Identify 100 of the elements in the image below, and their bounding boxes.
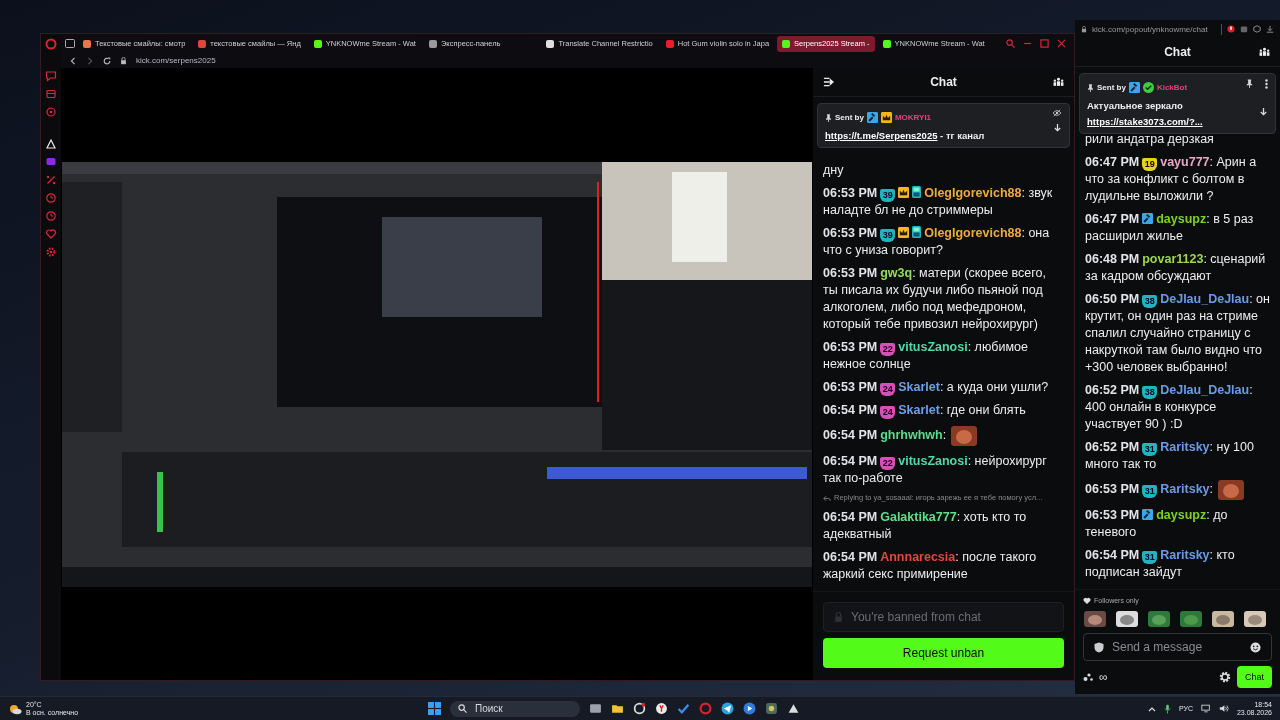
username[interactable]: vitusZanosi [898,340,968,354]
shield-icon [1094,641,1104,653]
heart-icon[interactable] [45,228,57,240]
chat-message: 06:53 PM daysupz: до теневого [1085,507,1229,541]
chat-button[interactable]: Chat [1237,666,1272,688]
ring-icon[interactable] [633,702,646,715]
users-icon[interactable] [1259,47,1270,57]
triangle-icon[interactable] [45,138,57,150]
sub-badge: 22 [880,343,896,356]
username[interactable]: KickBot [1156,79,1188,96]
username[interactable]: vayu777 [1160,155,1210,169]
users-icon[interactable] [1053,77,1064,87]
reply-arrow-icon [823,494,831,502]
disc-icon[interactable] [45,106,57,118]
hammer-icon [866,112,878,123]
chat-bubble-icon[interactable] [45,70,57,82]
username[interactable]: Raritsky [1160,482,1210,497]
chat-title: Chat [929,73,958,91]
clock-icon[interactable] [45,210,57,222]
tab-grid-icon[interactable] [65,39,75,48]
download-icon[interactable] [1266,25,1274,33]
emote-icon[interactable] [1115,610,1139,628]
image-icon[interactable] [765,702,778,715]
triangle-icon[interactable] [787,702,800,715]
settings-icon[interactable] [1219,671,1231,683]
badge-icon [912,226,922,238]
cube-icon[interactable] [1253,25,1261,33]
collapse-icon[interactable] [823,77,834,87]
sub-badge: 38 [1142,386,1158,399]
reload-icon[interactable] [103,56,111,65]
ring-logo-icon[interactable] [699,702,712,715]
circle-icon[interactable] [655,702,668,715]
search-field[interactable]: Поиск [450,700,580,717]
username[interactable]: Raritsky [1160,548,1210,562]
request-unban-button[interactable]: Request unban [823,638,1064,668]
chat-message: 06:47 PM daysupz: в 5 раз расширил жилье [1085,211,1255,245]
dots-icon[interactable] [1083,672,1093,682]
caret-icon[interactable] [1147,705,1156,712]
message-text: рили андатра дерзкая [1085,136,1214,146]
username[interactable]: Galaktika777 [880,510,957,524]
paper-plane-icon[interactable] [721,702,734,715]
emote-icon[interactable] [1243,610,1267,628]
chat-message: 06:54 PM Galaktika777: хоть кто то адекватный [823,509,1028,543]
record-icon[interactable] [1227,25,1235,33]
chat-bubble-icon[interactable] [45,156,57,168]
chat-message: 06:52 PM 31 Raritsky: ну 100 много так то [1085,439,1255,473]
username[interactable]: MOKRYI1 [894,109,932,126]
pin-icon [1087,83,1094,92]
message-field[interactable]: Send a message [1083,633,1272,661]
username[interactable]: Skarlet [898,403,940,417]
box-icon[interactable] [1240,25,1248,33]
close-icon[interactable] [1057,39,1066,48]
gear-icon[interactable] [45,246,57,258]
address-field[interactable]: kick.com/serpens2025 [136,56,216,65]
more-icon[interactable] [1265,79,1268,89]
badge-icon [912,186,922,198]
crown-icon [880,112,892,123]
sub-badge: 24 [880,406,896,419]
sun-cloud-icon[interactable] [8,702,22,715]
ring-logo-icon[interactable] [45,38,57,50]
box-icon[interactable] [45,88,57,100]
sub-badge: 38 [1142,295,1158,308]
username[interactable]: ghrhwhwh [880,428,943,443]
message-field[interactable]: You're banned from chat [823,602,1064,632]
emote-icon[interactable] [1147,610,1171,628]
username[interactable]: Skarlet [898,380,940,394]
microphone-icon[interactable] [1163,703,1171,714]
emote-icon[interactable] [1083,610,1107,628]
play-circle-icon[interactable] [743,702,756,715]
emote-icon[interactable] [1211,610,1235,628]
site-icon [546,39,555,48]
volume-icon[interactable] [1218,704,1229,713]
chat-message: 06:53 PM 39 OlegIgorevich88: она что с униза говорит? [823,225,1051,259]
link[interactable]: https://stake3073.com/?... [1087,116,1203,127]
chat-message: 06:53 PM 24 Skarlet: а куда они ушли? [823,379,1050,396]
folder-icon[interactable] [611,702,624,715]
crown-icon [898,227,910,238]
address-field[interactable]: kick.com/popout/ynknowme/chat [1092,20,1216,38]
maximize-icon[interactable] [1040,39,1049,48]
username[interactable]: vitusZanosi [898,454,968,468]
message-input[interactable]: Send a message [1110,639,1244,655]
search-icon[interactable] [1006,39,1015,48]
windows-icon[interactable] [428,702,441,715]
pin-icon[interactable] [1246,79,1253,88]
sub-badge: 31 [1142,443,1158,456]
network-icon[interactable] [1200,704,1211,713]
search-input[interactable]: Поиск [473,702,572,715]
arrow-down-icon[interactable] [1053,123,1062,132]
back-icon[interactable] [69,56,77,65]
percent-icon[interactable] [45,174,57,186]
eye-off-icon[interactable] [1052,109,1062,117]
username[interactable]: Raritsky [1160,440,1210,454]
check-icon[interactable] [677,702,690,715]
chat-message: 06:47 PM 19 vayu777: Арин а что за конфликт с болтом в лудильне выложили ? [1085,154,1258,205]
clock-icon[interactable] [45,192,57,204]
emoji-icon[interactable] [1250,641,1261,653]
window-icon[interactable] [589,702,602,715]
arrow-down-icon[interactable] [1259,107,1268,116]
link[interactable]: https://t.me/Serpens2025 [825,130,938,141]
site-icon [313,39,322,48]
